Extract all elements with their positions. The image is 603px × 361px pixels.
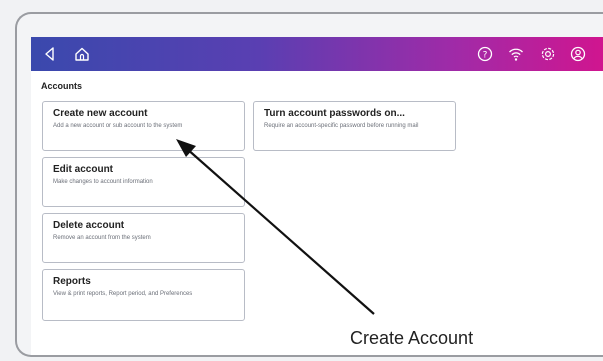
turn-account-passwords-tile[interactable]: Turn account passwords on... Require an …	[253, 101, 456, 151]
device-screen: ? Accounts Create new account Add a new …	[31, 37, 603, 355]
help-icon[interactable]: ?	[476, 45, 494, 63]
tile-title: Create new account	[53, 108, 148, 119]
account-icon[interactable]	[569, 45, 587, 63]
tile-description: Remove an account from the system	[53, 235, 151, 241]
top-bar: ?	[31, 37, 603, 71]
svg-text:?: ?	[483, 51, 488, 61]
tile-title: Edit account	[53, 164, 114, 175]
tile-description: Add a new account or sub account to the …	[53, 123, 183, 129]
tile-description: View & print reports, Report period, and…	[53, 291, 193, 297]
delete-account-tile[interactable]: Delete account Remove an account from th…	[42, 213, 245, 263]
reports-tile[interactable]: Reports View & print reports, Report per…	[42, 269, 245, 321]
tile-title: Turn account passwords on...	[264, 108, 405, 119]
create-new-account-tile[interactable]: Create new account Add a new account or …	[42, 101, 245, 151]
settings-icon[interactable]	[539, 45, 557, 63]
wifi-icon[interactable]	[507, 45, 525, 63]
tile-title: Reports	[53, 276, 91, 287]
home-icon[interactable]	[73, 45, 91, 63]
section-title: Accounts	[41, 81, 83, 91]
tile-description: Make changes to account information	[53, 179, 153, 185]
back-icon[interactable]	[41, 45, 59, 63]
annotation-caption: Create Account	[350, 328, 474, 348]
tile-description: Require an account-specific password bef…	[264, 123, 419, 129]
edit-account-tile[interactable]: Edit account Make changes to account inf…	[42, 157, 245, 207]
tile-title: Delete account	[53, 220, 125, 231]
